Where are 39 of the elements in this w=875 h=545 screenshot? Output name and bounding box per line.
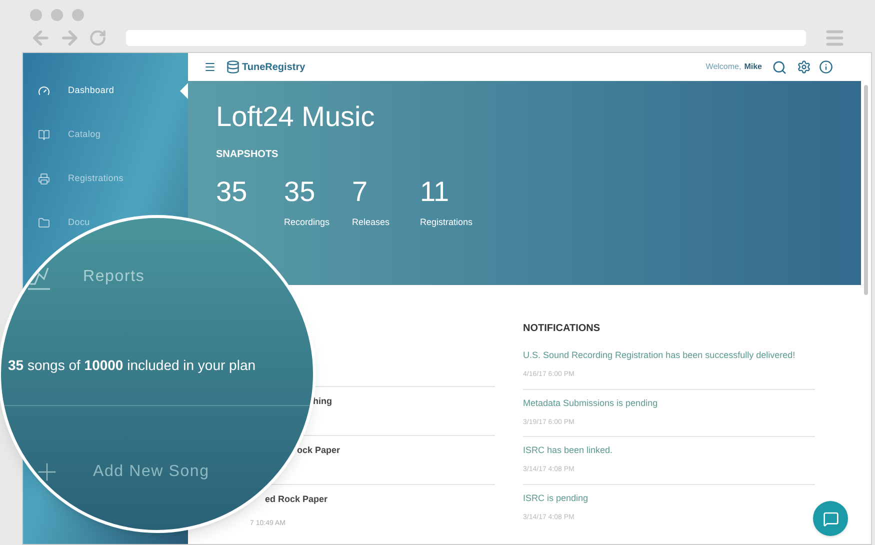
- search-icon[interactable]: [772, 60, 787, 74]
- reload-icon[interactable]: [88, 29, 106, 47]
- notification-text[interactable]: U.S. Sound Recording Registration has been successfully delivered!: [523, 350, 815, 361]
- plan-usage-text: 35 songs of 10000 included in your plan: [8, 356, 256, 375]
- section-heading: SNAPSHOTS: [216, 148, 280, 162]
- sidebar-item[interactable]: Docu: [38, 217, 90, 229]
- stat-value: 7: [352, 176, 369, 208]
- notification-text[interactable]: ISRC has been linked.: [523, 445, 815, 456]
- notification-text[interactable]: Metadata Submissions is pending: [523, 398, 815, 408]
- logo-text[interactable]: TuneRegistry: [242, 60, 306, 74]
- chat-icon: [822, 510, 838, 526]
- logo-icon: [226, 60, 240, 74]
- dashboard-icon: [38, 85, 50, 97]
- user-name[interactable]: Mike: [744, 61, 762, 73]
- sidebar-item[interactable]: Dashboard: [38, 85, 114, 97]
- stat-value: 11: [420, 176, 450, 208]
- song-title[interactable]: ed Rock Paper: [265, 493, 328, 506]
- sidebar-item[interactable]: Registrations: [38, 173, 124, 185]
- catalog-icon: [38, 129, 50, 141]
- documents-icon: [38, 217, 50, 229]
- stat-label: Recordings: [284, 216, 331, 229]
- welcome-text: Welcome,: [706, 61, 742, 73]
- stat-value: 35: [216, 176, 248, 208]
- stat-label: Registrations: [420, 216, 474, 229]
- song-title[interactable]: hing: [313, 395, 332, 408]
- info-icon[interactable]: [819, 60, 833, 74]
- reports-menu-item[interactable]: Reports: [83, 265, 145, 289]
- sidebar-item[interactable]: Catalog: [38, 129, 101, 141]
- company-title: Loft24 Music: [216, 100, 376, 134]
- stat-value: 35: [284, 176, 316, 208]
- registrations-icon: [38, 173, 50, 185]
- add-song-button[interactable]: Add New Song: [93, 460, 210, 484]
- stat-label: Releases: [352, 216, 391, 229]
- menu-icon[interactable]: [204, 61, 216, 73]
- song-title[interactable]: ock Paper: [297, 444, 340, 458]
- settings-icon[interactable]: [797, 60, 811, 74]
- notification-text[interactable]: ISRC is pending: [523, 492, 815, 504]
- scrollbar[interactable]: [864, 85, 868, 295]
- notifications-heading: NOTIFICATIONS: [523, 322, 602, 336]
